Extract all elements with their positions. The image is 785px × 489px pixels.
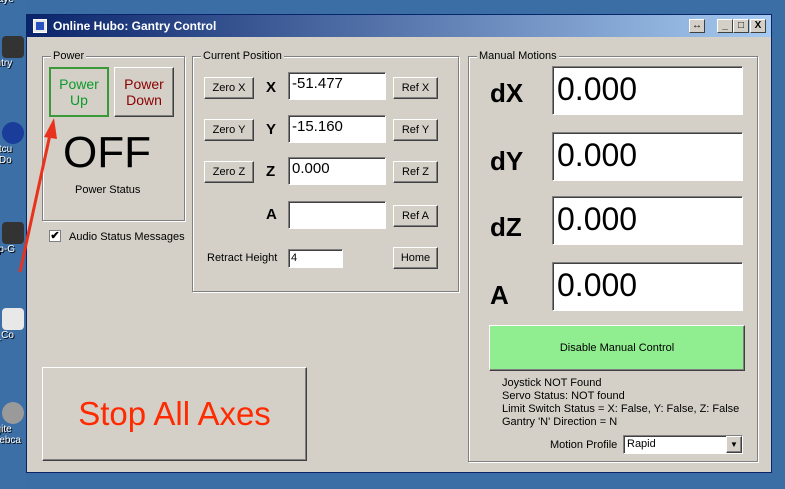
annotation-arrow-shaft [18, 129, 53, 273]
annotation-arrow-head [44, 118, 57, 139]
annotation-arrow [18, 118, 57, 273]
